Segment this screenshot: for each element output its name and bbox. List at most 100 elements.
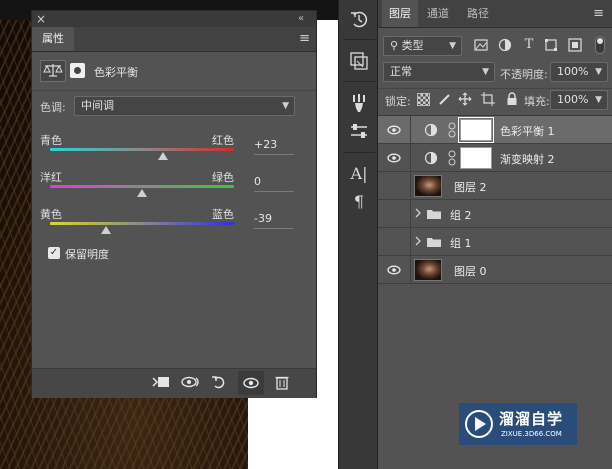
lock-all-icon[interactable] bbox=[505, 92, 519, 109]
filter-type-icon[interactable]: T bbox=[522, 37, 536, 52]
history-icon[interactable] bbox=[347, 8, 371, 32]
layer-name: 组 2 bbox=[450, 209, 472, 222]
layer-mask-icon[interactable] bbox=[70, 63, 85, 78]
divider bbox=[410, 172, 411, 200]
lock-artboard-icon[interactable] bbox=[481, 92, 495, 109]
layer-row[interactable]: 组 2 bbox=[378, 200, 612, 228]
slider-left-label: 黄色 bbox=[40, 208, 62, 221]
layer-thumbnail[interactable] bbox=[414, 175, 442, 197]
collapse-panel-icon[interactable]: « bbox=[298, 11, 304, 27]
divider bbox=[32, 90, 316, 91]
chevron-right-icon[interactable] bbox=[414, 207, 424, 221]
filter-kind-dropdown[interactable]: ⚲ 类型 ▼ bbox=[383, 36, 462, 56]
layer-mask-thumbnail[interactable] bbox=[458, 117, 494, 143]
slider-track[interactable] bbox=[50, 185, 234, 188]
adjustment-title: 色彩平衡 bbox=[94, 66, 138, 79]
layer-visibility-icon[interactable] bbox=[386, 150, 402, 166]
layer-row[interactable]: 图层 0 bbox=[378, 256, 612, 284]
brushes-icon[interactable] bbox=[347, 92, 371, 116]
slider-right-label: 绿色 bbox=[212, 171, 234, 184]
visibility-icon bbox=[243, 377, 259, 389]
fill-value: 100% bbox=[557, 93, 589, 106]
opacity-field[interactable]: 100% ▼ bbox=[550, 62, 608, 82]
tone-dropdown[interactable]: 中间调 ▼ bbox=[74, 96, 295, 116]
layer-mask-thumbnail[interactable] bbox=[460, 147, 492, 169]
lock-position-icon[interactable] bbox=[458, 92, 472, 109]
lock-image-icon[interactable] bbox=[438, 92, 452, 109]
slider-value-field[interactable]: 0 bbox=[254, 173, 294, 192]
delete-icon[interactable] bbox=[272, 374, 292, 392]
filter-adjustment-icon[interactable] bbox=[498, 38, 512, 55]
properties-tabbar: 属性 ≡ bbox=[32, 27, 316, 52]
lock-label: 锁定: bbox=[385, 95, 411, 108]
chevron-down-icon: ▼ bbox=[482, 67, 489, 77]
tab-layers[interactable]: 图层 bbox=[382, 0, 418, 27]
layer-name: 图层 0 bbox=[454, 265, 487, 278]
clip-to-layer-icon[interactable] bbox=[150, 374, 172, 392]
lock-transparent-icon[interactable] bbox=[417, 93, 430, 106]
fill-label: 填充: bbox=[524, 95, 550, 108]
view-previous-state-icon[interactable] bbox=[178, 374, 202, 392]
layer-name: 组 1 bbox=[450, 237, 472, 250]
slider-thumb[interactable] bbox=[137, 189, 147, 197]
watermark-title: 溜溜自学 bbox=[499, 410, 564, 428]
panel-menu-icon[interactable]: ≡ bbox=[299, 27, 310, 51]
slider-track[interactable] bbox=[50, 222, 234, 225]
slider-thumb[interactable] bbox=[101, 226, 112, 234]
layer-visibility-icon[interactable] bbox=[386, 234, 402, 250]
layer-visibility-icon[interactable] bbox=[386, 206, 402, 222]
layer-visibility-icon[interactable] bbox=[386, 178, 402, 194]
mask-link-icon[interactable] bbox=[448, 150, 456, 166]
layer-row[interactable]: 组 1 bbox=[378, 228, 612, 256]
divider bbox=[410, 116, 411, 144]
slider-thumb[interactable] bbox=[158, 152, 169, 160]
filter-toggle[interactable] bbox=[595, 36, 605, 54]
opacity-value: 100% bbox=[557, 65, 589, 78]
layer-visibility-icon[interactable] bbox=[386, 122, 402, 138]
layer-name: 渐变映射 2 bbox=[500, 153, 555, 166]
folder-icon bbox=[426, 208, 442, 220]
preserve-luminosity-checkbox[interactable]: ✓ bbox=[48, 247, 60, 259]
layer-thumbnail[interactable] bbox=[414, 259, 442, 281]
layers-panel: 图层 通道 路径 ≡ ⚲ 类型 ▼ T 正常 ▼ 不透明度: 100% ▼ 锁定… bbox=[378, 0, 612, 469]
filter-smart-object-icon[interactable] bbox=[568, 38, 582, 55]
slider-value-field[interactable]: -39 bbox=[254, 210, 294, 229]
tab-properties[interactable]: 属性 bbox=[32, 27, 74, 51]
layer-visibility-icon[interactable] bbox=[386, 262, 402, 278]
layer-row[interactable]: 色彩平衡 1 bbox=[378, 116, 612, 144]
slider-right-label: 红色 bbox=[212, 134, 234, 147]
properties-body: 色彩平衡 色调: 中间调 ▼ 青色 红色 +23 洋红 绿色 0 黄色 蓝色 -39 ✓ 保留明… bbox=[32, 52, 316, 368]
filter-pixel-icon[interactable] bbox=[474, 38, 488, 55]
layer-row[interactable]: 图层 2 bbox=[378, 172, 612, 200]
close-panel-icon[interactable]: × bbox=[36, 11, 46, 27]
visibility-toggle[interactable] bbox=[238, 371, 264, 395]
tone-label: 色调: bbox=[40, 101, 66, 114]
layers-menu-icon[interactable]: ≡ bbox=[593, 0, 604, 27]
properties-panel: × « 属性 ≡ 色彩平衡 色调: 中间调 ▼ 青色 红色 +23 洋红 绿色 … bbox=[31, 10, 317, 398]
layer-row[interactable]: 渐变映射 2 bbox=[378, 144, 612, 172]
layer-name: 图层 2 bbox=[454, 181, 487, 194]
chevron-right-icon[interactable] bbox=[414, 235, 424, 249]
slider-value-field[interactable]: +23 bbox=[254, 136, 294, 155]
preserve-luminosity-label: 保留明度 bbox=[65, 248, 109, 261]
mask-link-icon[interactable] bbox=[448, 122, 456, 138]
divider bbox=[343, 39, 375, 40]
filter-shape-icon[interactable] bbox=[544, 38, 558, 55]
folder-icon bbox=[426, 236, 442, 248]
divider bbox=[410, 256, 411, 284]
fill-field[interactable]: 100% ▼ bbox=[550, 90, 608, 110]
paragraph-icon[interactable]: ¶ bbox=[347, 190, 371, 214]
blend-mode-dropdown[interactable]: 正常 ▼ bbox=[383, 62, 495, 82]
divider bbox=[410, 144, 411, 172]
tab-channels[interactable]: 通道 bbox=[420, 0, 456, 27]
layer-comps-icon[interactable] bbox=[347, 50, 371, 74]
play-logo-icon bbox=[465, 410, 493, 438]
watermark-url: ZIXUE.3D66.COM bbox=[501, 430, 562, 438]
layer-name: 色彩平衡 1 bbox=[500, 125, 555, 138]
tab-paths[interactable]: 路径 bbox=[460, 0, 496, 27]
character-icon[interactable]: A| bbox=[347, 162, 371, 186]
adjustments-icon[interactable] bbox=[347, 120, 371, 144]
reset-icon[interactable] bbox=[208, 374, 230, 392]
slider-track[interactable] bbox=[50, 148, 234, 151]
divider bbox=[378, 88, 612, 89]
